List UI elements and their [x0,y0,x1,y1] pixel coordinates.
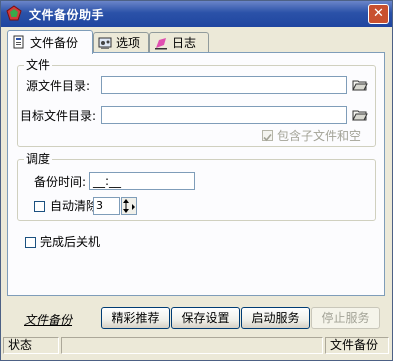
app-logo-icon [6,5,22,21]
checkmark-icon [263,133,272,142]
auto-clear-days-input[interactable]: 3 [93,197,120,215]
auto-clear-days-value: 3 [96,199,103,212]
status-cell-right: 文件备份 [325,337,389,354]
target-dir-input[interactable] [101,106,347,124]
file-group: 文件 源文件目录: 目标文件目录: 包含子文件和空 [17,58,376,147]
start-service-button[interactable]: 启动服务 [241,307,310,329]
auto-clear-label: 自动清除 [50,199,99,213]
auto-clear-spinner[interactable] [121,197,137,215]
file-backup-link[interactable]: 文件备份 [24,311,72,328]
schedule-group-legend: 调度 [24,152,53,166]
tab-options-label: 选项 [116,36,141,50]
tab-options[interactable]: 选项 [93,32,149,53]
source-dir-label: 源文件目录: [26,79,91,93]
tab-file-backup[interactable]: 文件备份 [7,30,93,54]
schedule-group: 调度 备份时间: __:__ 自动清除 3 [17,152,376,221]
action-bar: 文件备份 精彩推荐 保存设置 启动服务 停止服务 [7,301,387,331]
status-cell-middle [61,337,323,354]
file-backup-icon [12,35,26,49]
include-subfolders-label: 包含子文件和空 [277,129,362,143]
window-title: 文件备份助手 [29,8,105,22]
shutdown-label: 完成后关机 [40,235,101,249]
backup-time-input[interactable]: __:__ [89,172,195,190]
target-browse-button[interactable] [352,108,368,122]
title-bar[interactable]: 文件备份助手 ✕ [1,1,392,27]
shutdown-checkbox[interactable] [25,237,36,248]
tab-file-backup-label: 文件备份 [30,36,79,50]
recommend-button[interactable]: 精彩推荐 [101,307,170,329]
close-icon: ✕ [373,6,384,21]
close-button[interactable]: ✕ [368,4,389,24]
app-window: 文件备份助手 ✕ 文件备份 选项 日志 文件 源文件目录: 目标文件目录: 包含… [0,0,393,361]
stop-service-button[interactable]: 停止服务 [311,307,380,329]
folder-open-icon [352,80,368,91]
source-dir-input[interactable] [101,76,347,94]
tab-strip: 文件备份 选项 日志 [7,30,387,54]
save-settings-button[interactable]: 保存设置 [171,307,240,329]
tab-log[interactable]: 日志 [149,32,209,53]
log-icon [154,36,168,50]
folder-open-icon [352,110,368,121]
spinner-arrows-icon [123,199,135,213]
file-group-legend: 文件 [24,58,53,72]
status-cell-left: 状态 [3,337,59,354]
auto-clear-checkbox[interactable] [34,201,45,212]
backup-time-value: __:__ [93,174,122,188]
backup-time-label: 备份时间: [34,175,87,189]
options-icon [98,36,112,50]
tab-log-label: 日志 [172,36,197,50]
include-subfolders-checkbox[interactable] [262,130,273,142]
source-browse-button[interactable] [352,78,368,92]
tab-panel-file-backup: 文件 源文件目录: 目标文件目录: 包含子文件和空 调度 备份时间: __:__… [7,52,385,296]
status-bar: 状态 文件备份 [1,335,392,360]
target-dir-label: 目标文件目录: [20,109,97,123]
